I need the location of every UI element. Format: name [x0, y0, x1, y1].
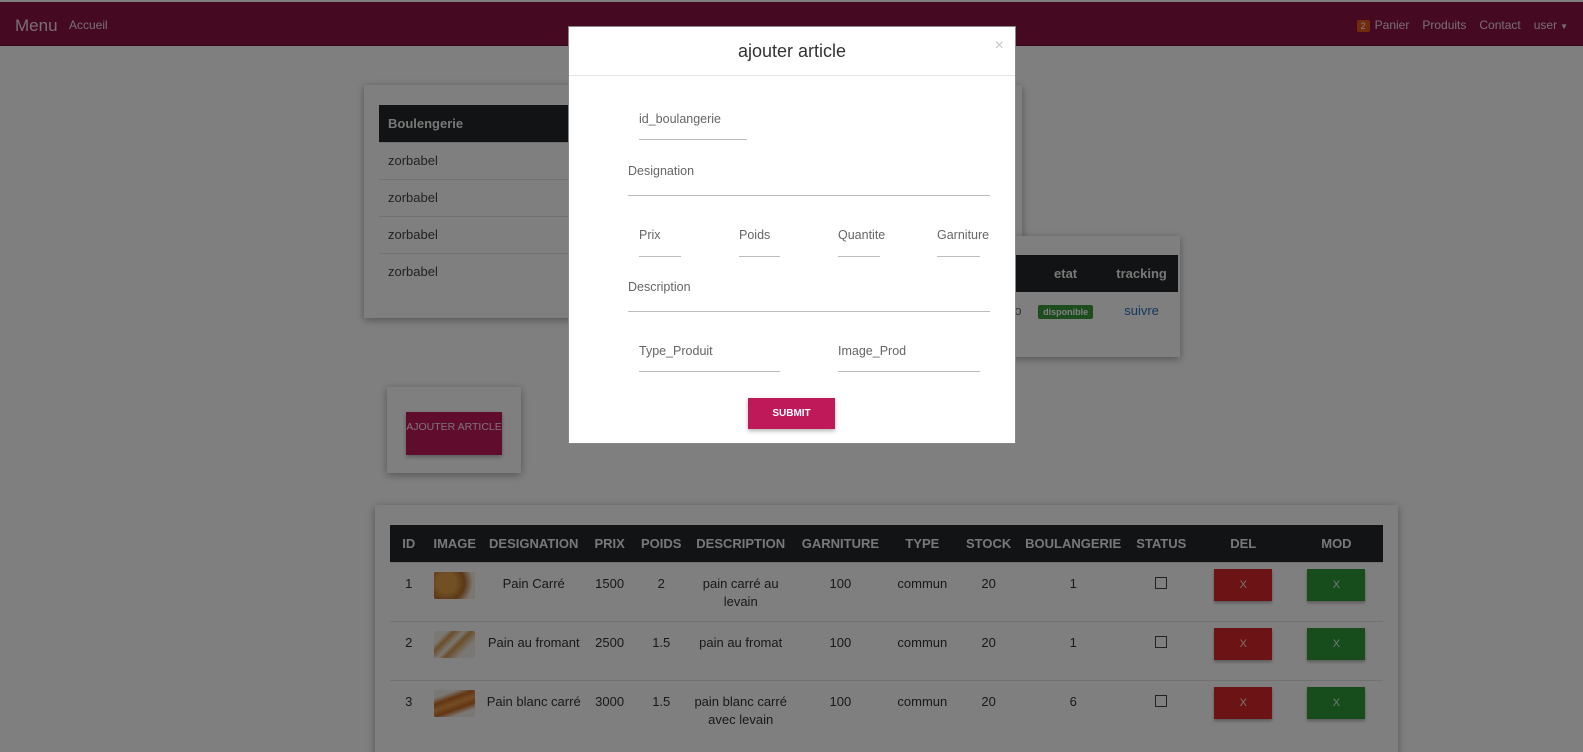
modal-title: ajouter article — [737, 41, 847, 61]
designation-field[interactable]: Designation — [628, 164, 990, 196]
prix-field[interactable]: Prix — [639, 228, 681, 257]
type-produit-field[interactable]: Type_Produit — [639, 344, 780, 372]
add-article-modal: ajouter article × id_boulangerie Designa… — [568, 26, 1016, 444]
submit-button[interactable]: SUBMIT — [748, 398, 835, 429]
id-boulangerie-field[interactable]: id_boulangerie — [639, 112, 747, 140]
modal-divider — [569, 75, 1015, 76]
garniture-field[interactable]: Garniture — [937, 228, 989, 257]
close-icon[interactable]: × — [995, 37, 1004, 55]
quantite-field[interactable]: Quantite — [838, 228, 885, 257]
description-field[interactable]: Description — [628, 280, 990, 312]
image-prod-field[interactable]: Image_Prod — [838, 344, 980, 372]
poids-field[interactable]: Poids — [739, 228, 780, 257]
